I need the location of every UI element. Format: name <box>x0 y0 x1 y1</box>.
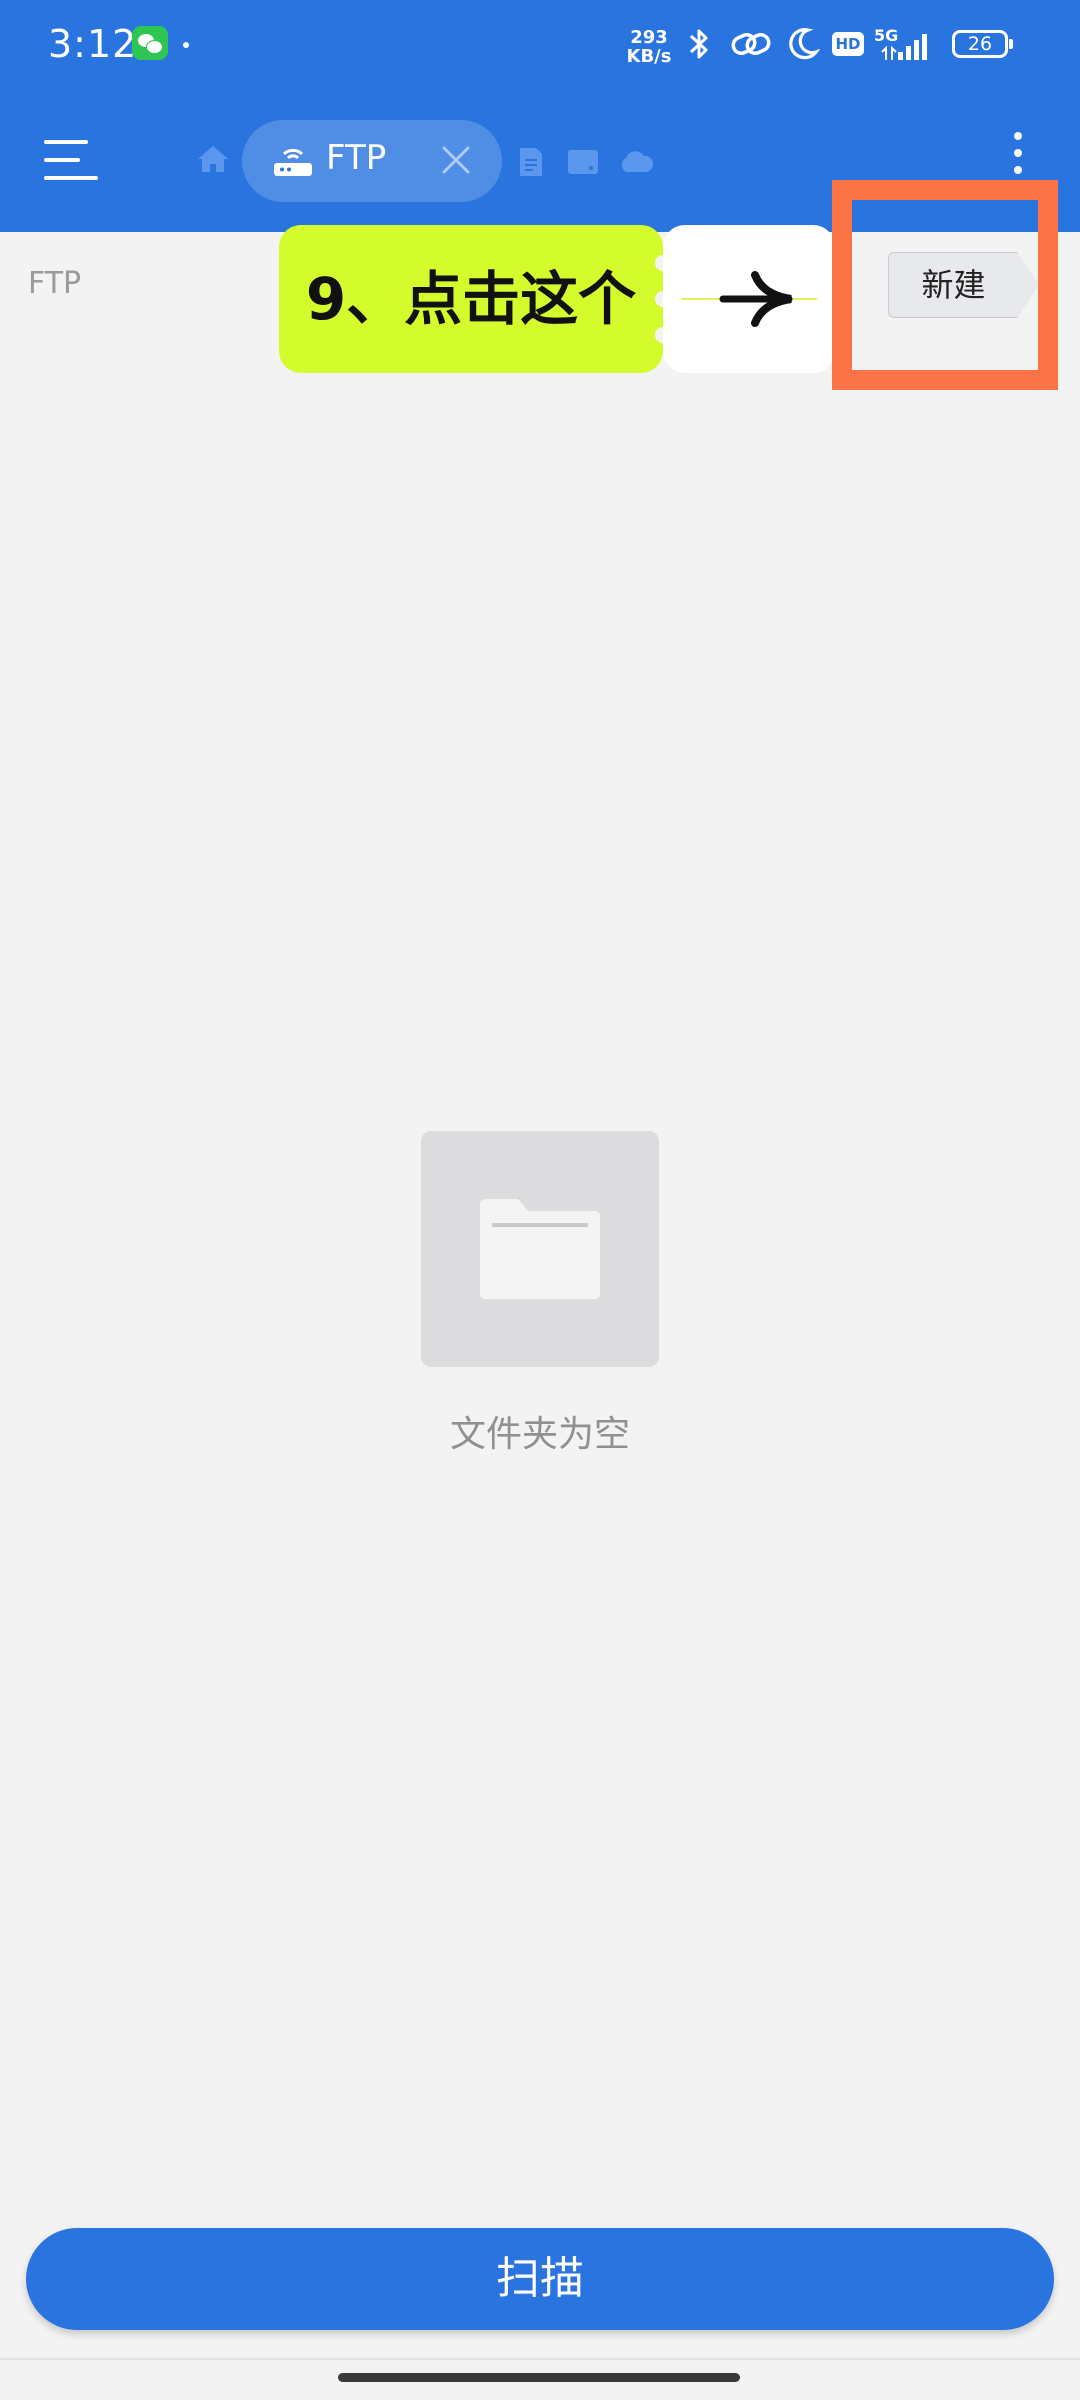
tab-ftp[interactable]: FTP <box>242 120 502 202</box>
tutorial-highlight-box <box>832 180 1058 390</box>
tutorial-callout: 9、点击这个 <box>279 225 671 373</box>
empty-state-message: 文件夹为空 <box>449 1414 630 1455</box>
moon-icon <box>789 28 820 60</box>
wechat-icon <box>132 26 168 60</box>
battery-level: 26 <box>967 33 993 55</box>
arrow-right-icon <box>681 271 817 327</box>
network-speed-unit: KB/s <box>626 46 672 67</box>
network-speed: 293 KB/s <box>626 28 672 66</box>
hd-badge: HD <box>832 32 864 56</box>
router-icon <box>274 148 312 176</box>
bottom-divider <box>0 2358 1080 2360</box>
document-icon[interactable] <box>518 146 544 178</box>
cloud-icon[interactable] <box>616 148 654 174</box>
tab-ftp-label: FTP <box>326 138 387 178</box>
breadcrumb[interactable]: FTP <box>28 266 81 301</box>
home-indicator[interactable] <box>338 2373 740 2382</box>
more-vertical-icon[interactable] <box>1012 132 1024 174</box>
storage-icon[interactable] <box>566 148 600 176</box>
network-speed-value: 293 <box>630 27 668 48</box>
home-icon[interactable] <box>196 144 230 174</box>
close-icon[interactable] <box>438 142 474 178</box>
bluetooth-icon <box>689 29 708 59</box>
tutorial-arrow-card <box>663 225 835 373</box>
battery-icon: 26 <box>952 30 1013 58</box>
notification-dot <box>183 42 189 48</box>
signal-icon <box>881 34 927 60</box>
menu-icon[interactable] <box>44 136 100 184</box>
tutorial-callout-text: 9、点击这个 <box>305 265 637 333</box>
scan-button[interactable]: 扫描 <box>26 2228 1054 2330</box>
folder-icon <box>480 1199 600 1299</box>
link-icon <box>731 32 771 56</box>
status-time: 3:12 <box>48 22 138 66</box>
empty-state-illustration <box>421 1131 659 1367</box>
